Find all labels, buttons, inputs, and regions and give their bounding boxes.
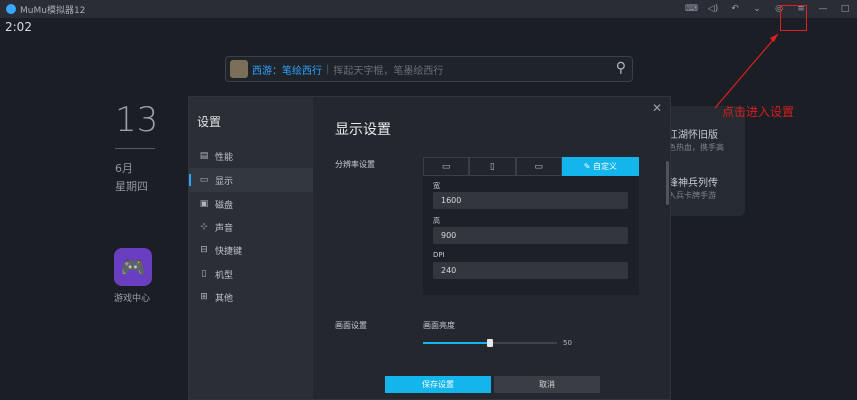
- height-input[interactable]: 900: [433, 227, 628, 244]
- search-separator: |: [326, 63, 330, 75]
- height-label: 高: [433, 217, 440, 225]
- disk-icon: ▣: [199, 199, 209, 209]
- page-title: 显示设置: [335, 122, 391, 138]
- search-placeholder: 挥起天字棍，笔墨绘西行: [333, 65, 444, 77]
- sidebar-item-model[interactable]: ▯ 机型: [189, 262, 313, 286]
- brightness-slider-fill: [423, 342, 490, 344]
- date-weekday: 星期四: [115, 180, 148, 193]
- resolution-tabs: ▭ ▯ ▭ ✎ 自定义: [423, 157, 639, 176]
- sidebar-item-display[interactable]: ▭ 显示: [189, 168, 313, 192]
- card-title-2: 锋神兵列传: [668, 178, 718, 189]
- volume-icon[interactable]: ◁): [707, 0, 719, 18]
- dpi-input[interactable]: 240: [433, 262, 628, 279]
- brightness-slider[interactable]: [423, 339, 557, 347]
- sidebar-item-label: 显示: [215, 176, 234, 187]
- sidebar-item-other[interactable]: ⊞ 其他: [189, 285, 313, 309]
- gamepad-icon[interactable]: 🎮: [114, 248, 152, 286]
- sidebar-item-sound[interactable]: ⊹ 声音: [189, 215, 313, 239]
- chevron-down-icon[interactable]: ⌄: [751, 0, 763, 18]
- display-icon: ▭: [199, 175, 209, 185]
- sidebar-item-label: 快捷键: [215, 246, 243, 257]
- resolution-label: 分辨率设置: [335, 160, 375, 169]
- date-day: 13: [115, 100, 159, 140]
- monitor-icon: ▭: [534, 161, 543, 172]
- sidebar-item-label: 磁盘: [215, 200, 234, 211]
- annotation-highlight-box: [780, 5, 807, 31]
- card-title-1: 江湖怀旧版: [668, 130, 718, 141]
- settings-title: 设置: [197, 115, 222, 129]
- width-label: 宽: [433, 182, 440, 190]
- mumu-logo-icon: [6, 4, 16, 14]
- scrollbar[interactable]: [666, 161, 669, 205]
- sidebar-item-disk[interactable]: ▣ 磁盘: [189, 192, 313, 216]
- sidebar-item-label: 声音: [215, 223, 234, 234]
- annotation-text: 点击进入设置: [722, 105, 795, 119]
- close-icon[interactable]: ✕: [652, 101, 662, 115]
- game-center-label[interactable]: 游戏中心: [114, 291, 150, 304]
- search-icon[interactable]: ⚲: [616, 60, 626, 76]
- brightness-value: 50: [563, 339, 572, 347]
- sidebar-item-label: 其他: [215, 293, 234, 304]
- card-desc-1: 色热血，携手高: [668, 143, 724, 152]
- status-time: 2:02: [5, 20, 32, 34]
- brightness-label: 画面亮度: [423, 321, 455, 330]
- search-highlight[interactable]: 西游：笔绘西行: [252, 62, 322, 77]
- date-month: 6月: [115, 162, 133, 175]
- keyboard-icon: ⊟: [200, 245, 208, 255]
- tab-phone[interactable]: ▯: [469, 157, 516, 176]
- tab-monitor[interactable]: ▭: [515, 157, 562, 176]
- grid-icon: ⊞: [200, 292, 208, 302]
- cancel-button[interactable]: 取消: [494, 376, 600, 393]
- search-bar[interactable]: 西游：笔绘西行 | 挥起天字棍，笔墨绘西行 ⚲: [225, 56, 633, 82]
- phone-icon: ▯: [489, 161, 495, 172]
- settings-dialog: 设置 ▤ 性能 ▭ 显示 ▣ 磁盘 ⊹ 声音 ⊟ 快捷键 ▯ 机型 ⊞ 其他 ✕: [188, 96, 671, 400]
- sidebar-item-label: 性能: [215, 152, 234, 163]
- game-thumbnail: [230, 60, 248, 78]
- date-divider: [115, 148, 155, 149]
- tab-tablet[interactable]: ▭: [423, 157, 470, 176]
- sidebar-item-performance[interactable]: ▤ 性能: [189, 144, 313, 168]
- settings-sidebar: 设置 ▤ 性能 ▭ 显示 ▣ 磁盘 ⊹ 声音 ⊟ 快捷键 ▯ 机型 ⊞ 其他: [189, 97, 313, 399]
- edit-icon: ✎: [583, 162, 593, 171]
- save-button[interactable]: 保存设置: [385, 376, 491, 393]
- tab-custom-label: 自定义: [592, 162, 617, 171]
- tablet-icon: ▭: [441, 161, 451, 172]
- tab-custom[interactable]: ✎ 自定义: [561, 157, 639, 176]
- phone-icon: ▯: [201, 269, 207, 279]
- sound-icon: ⊹: [200, 222, 208, 232]
- performance-icon: ▤: [199, 151, 209, 161]
- sidebar-item-shortcuts[interactable]: ⊟ 快捷键: [189, 238, 313, 262]
- resolution-panel: ▭ ▯ ▭ ✎ 自定义 宽 1600 高 900 DPI 240: [423, 157, 639, 295]
- window-controls: ⌨ ◁) ↶ ⌄ ◎ ≡ — □: [685, 0, 851, 18]
- sidebar-item-label: 机型: [215, 270, 234, 281]
- width-input[interactable]: 1600: [433, 192, 628, 209]
- brightness-slider-handle[interactable]: [487, 339, 493, 347]
- card-desc-2: 入兵卡牌手游: [668, 191, 716, 200]
- back-icon[interactable]: ↶: [729, 0, 741, 18]
- dpi-label: DPI: [433, 251, 445, 259]
- keyboard-icon[interactable]: ⌨: [685, 0, 698, 18]
- maximize-icon[interactable]: □: [839, 0, 851, 18]
- minimize-icon[interactable]: —: [817, 0, 829, 18]
- title-bar: MuMu模拟器12 ⌨ ◁) ↶ ⌄ ◎ ≡ — □: [0, 0, 857, 18]
- picture-settings-label: 画面设置: [335, 321, 367, 330]
- app-title: MuMu模拟器12: [20, 5, 86, 16]
